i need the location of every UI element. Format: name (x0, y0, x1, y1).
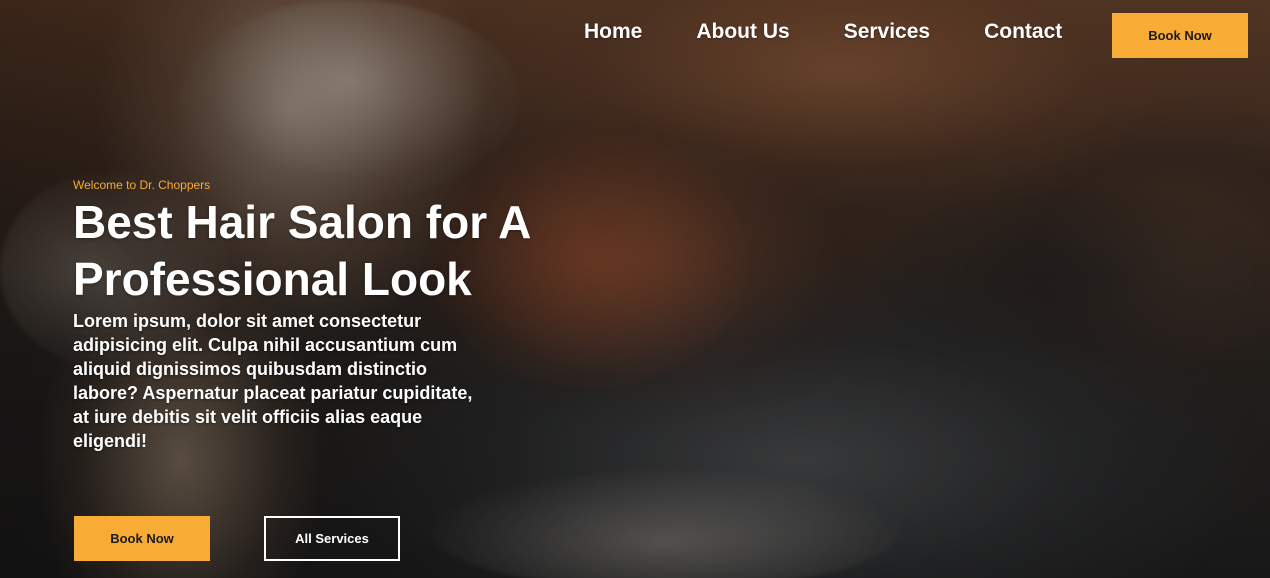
hero-headline-line1: Best Hair Salon for A (73, 196, 532, 248)
hero-book-now-button[interactable]: Book Now (74, 516, 210, 561)
nav-link-contact[interactable]: Contact (984, 20, 1062, 44)
all-services-button[interactable]: All Services (264, 516, 400, 561)
nav-links: Home About Us Services Contact (584, 20, 1062, 44)
nav-link-home[interactable]: Home (584, 20, 642, 44)
nav-link-services[interactable]: Services (844, 20, 930, 44)
hero-section: Home About Us Services Contact Book Now … (0, 0, 1270, 578)
nav-link-about-us[interactable]: About Us (696, 20, 789, 44)
hero-eyebrow: Welcome to Dr. Choppers (73, 178, 211, 192)
nav-book-now-button[interactable]: Book Now (1112, 13, 1248, 58)
hero-body: Lorem ipsum, dolor sit amet consectetur … (73, 311, 473, 451)
hero-headline-line2: Professional Look (73, 253, 472, 305)
main-nav: Home About Us Services Contact Book Now (0, 0, 1270, 70)
hero-headline: Best Hair Salon for A Professional Look (73, 194, 573, 308)
